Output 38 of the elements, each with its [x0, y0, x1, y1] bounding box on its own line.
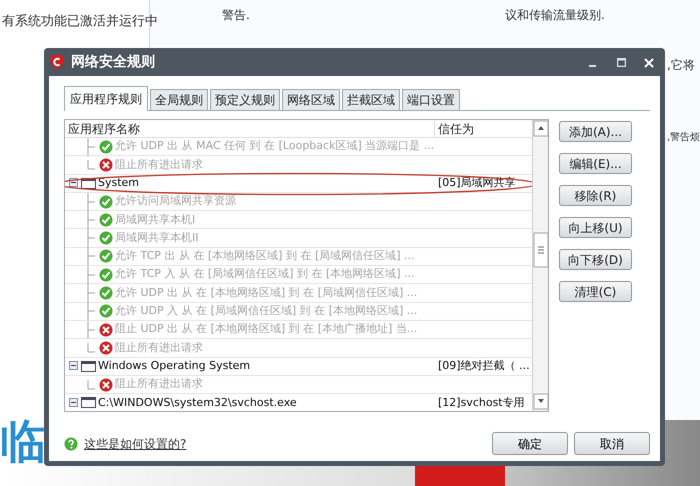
side-button[interactable]: 移除(R) [559, 185, 632, 206]
window-icon [81, 397, 96, 408]
application-name[interactable]: C:\WINDOWS\system32\svchost.exe [98, 394, 435, 411]
background-text: 临 [0, 418, 46, 464]
tab[interactable]: 网络区域 [282, 89, 340, 110]
background-text: ,警告烦 [667, 130, 700, 145]
background-text: 议和传输流量级别. [505, 7, 605, 24]
background-text: 警告. [222, 7, 250, 24]
side-button[interactable]: 编辑(E)... [559, 153, 632, 174]
tab[interactable]: 拦截区域 [342, 89, 400, 110]
close-button[interactable] [644, 58, 654, 68]
scrollbar[interactable] [532, 120, 548, 411]
side-button[interactable]: 向上移(U) [559, 217, 632, 238]
column-header[interactable]: 信任为 [435, 120, 532, 137]
side-button[interactable]: 添加(A)... [559, 121, 632, 142]
dialog-button[interactable]: 取消 [574, 432, 650, 455]
trust-level: [09]绝对拦截（ ... [437, 358, 531, 374]
trust-level: [12]svchost专用 [437, 394, 526, 411]
maximize-button[interactable] [616, 58, 626, 68]
window-title: 网络安全规则 [71, 52, 155, 72]
help-link[interactable]: 这些是如何设置的? [84, 434, 186, 452]
tab[interactable]: 预定义规则 [210, 89, 280, 110]
background-text: ,它将 [667, 57, 695, 74]
column-header[interactable]: 应用程序名称 [65, 120, 435, 137]
window-icon [81, 360, 96, 372]
dialog-button[interactable]: 确定 [492, 432, 568, 455]
application-name[interactable]: System [98, 174, 435, 192]
tab[interactable]: 端口设置 [402, 89, 460, 110]
side-button[interactable]: 向下移(D) [559, 249, 632, 270]
tab[interactable]: 应用程序规则 [64, 86, 148, 111]
background-text: 有系统功能已激活并运行中 [2, 13, 158, 31]
table-row[interactable]: Windows Operating System [09]绝对拦截（ ... [65, 358, 532, 376]
application-name[interactable]: Windows Operating System [98, 358, 435, 374]
side-button[interactable]: 清理(C) [559, 281, 632, 302]
help-icon [64, 436, 78, 450]
tab[interactable]: 全局规则 [150, 89, 208, 110]
table-row[interactable]: C:\WINDOWS\system32\svchost.exe [12]svchost专用 [65, 394, 532, 411]
shield-logo-icon [49, 54, 65, 70]
